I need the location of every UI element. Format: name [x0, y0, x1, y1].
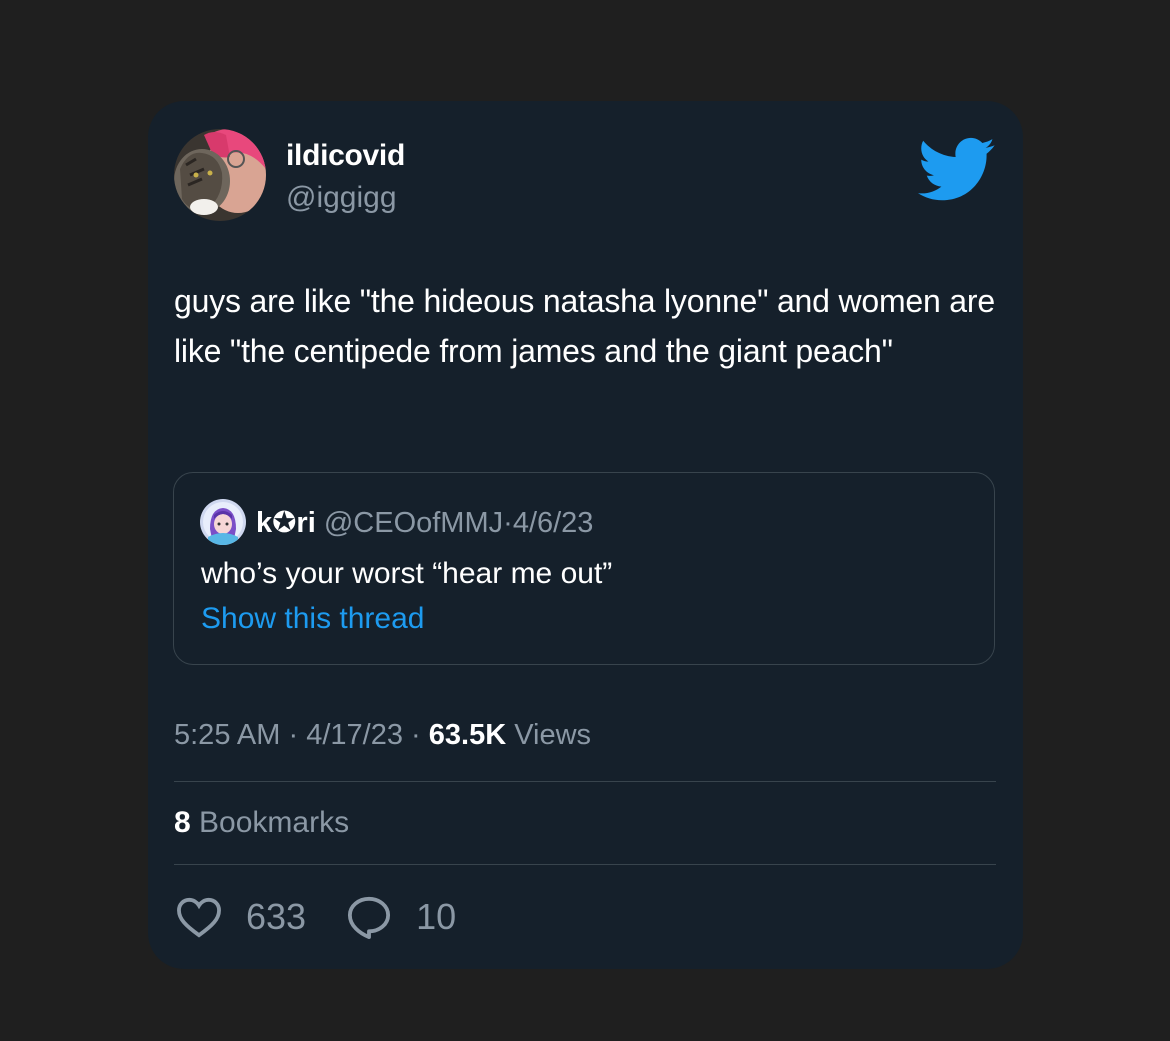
separator: · [411, 719, 421, 751]
twitter-bird-icon [918, 137, 996, 203]
divider [174, 781, 996, 782]
quoted-author-avatar[interactable] [200, 499, 246, 545]
bookmarks-label: Bookmarks [199, 806, 350, 839]
tweet-date[interactable]: 4/17/23 [306, 719, 403, 751]
views-label: Views [514, 719, 592, 751]
bookmarks-count: 8 [174, 806, 191, 839]
heart-icon [176, 896, 222, 938]
reply-button[interactable]: 10 [346, 895, 456, 939]
tweet-text: guys are like "the hideous natasha lyonn… [174, 283, 995, 369]
tweet-actions: 633 10 [176, 895, 456, 939]
quoted-author-handle[interactable]: @CEOofMMJ [324, 507, 503, 539]
show-thread-link[interactable]: Show this thread [201, 602, 424, 636]
quoted-tweet-header: k✪ri @CEOofMMJ·4/6/23 [256, 505, 593, 540]
separator: · [288, 719, 299, 751]
author-handle[interactable]: @iggigg [286, 181, 397, 215]
author-avatar[interactable] [174, 129, 266, 221]
bookmarks-stat[interactable]: 8 Bookmarks [174, 806, 349, 840]
quoted-tweet-date[interactable]: 4/6/23 [513, 507, 594, 539]
separator: · [503, 507, 513, 539]
tweet-meta: 5:25 AM · 4/17/23 · 63.5K Views [174, 719, 591, 752]
author-display-name[interactable]: ildicovid [286, 139, 405, 173]
reply-count: 10 [416, 896, 457, 937]
views-count: 63.5K [428, 719, 507, 751]
quoted-tweet-text: who’s your worst “hear me out” [201, 557, 613, 590]
quoted-tweet[interactable]: k✪ri @CEOofMMJ·4/6/23 who’s your worst “… [173, 472, 995, 665]
tweet-time[interactable]: 5:25 AM [174, 719, 280, 751]
divider [174, 864, 996, 865]
reply-bubble-icon [346, 895, 392, 939]
quoted-author-name[interactable]: k✪ri [256, 507, 316, 539]
tweet-card: ildicovid @iggigg guys are like "the hid… [148, 101, 1023, 969]
like-count: 633 [246, 896, 307, 937]
like-button[interactable]: 633 [176, 896, 306, 938]
